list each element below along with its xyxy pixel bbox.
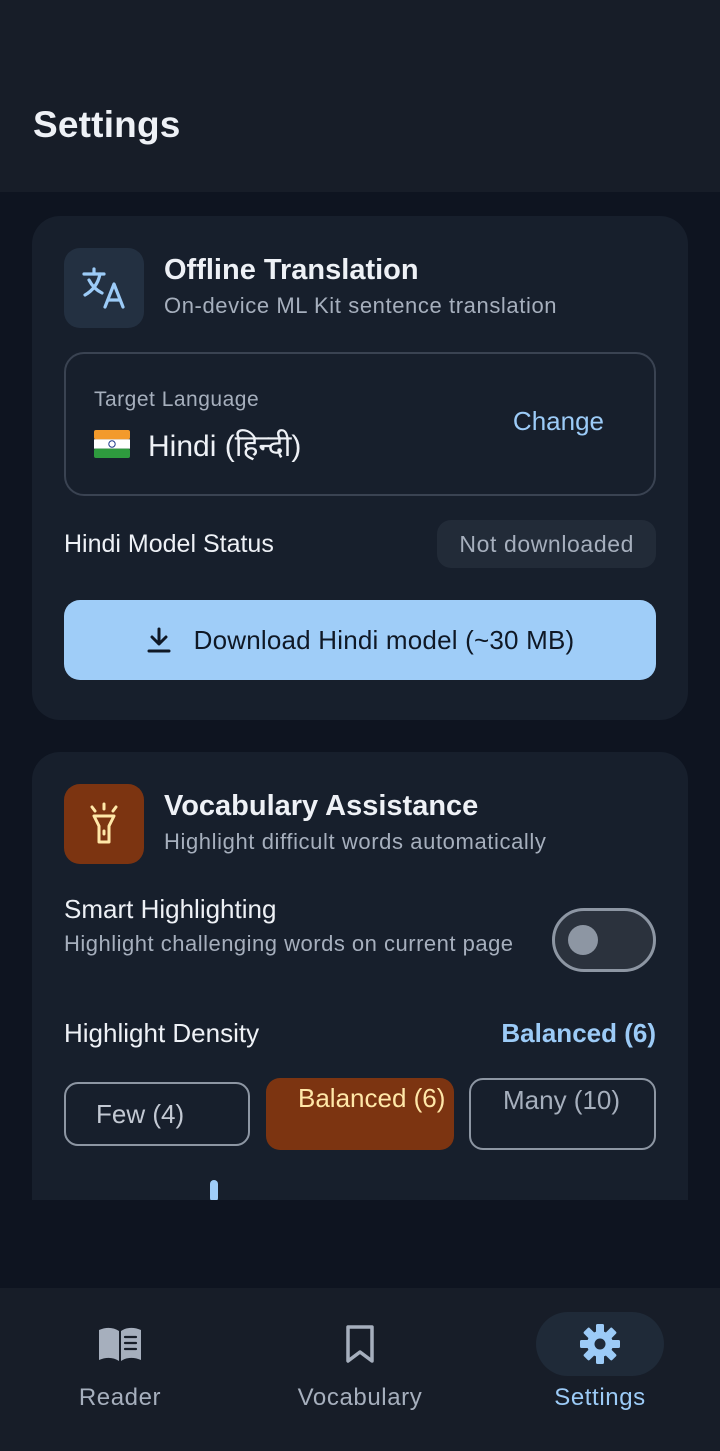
smart-highlighting-description: Highlight challenging words on current p… — [64, 931, 514, 956]
nav-label-reader: Reader — [78, 1384, 162, 1411]
bookmark-icon — [296, 1312, 424, 1376]
highlight-density-label: Highlight Density — [64, 1018, 260, 1048]
settings-content[interactable]: Offline Translation On-device ML Kit sen… — [0, 192, 720, 1200]
download-model-button[interactable]: Download Hindi model (~30 MB) — [64, 600, 656, 680]
translate-icon — [64, 248, 144, 328]
nav-item-reader[interactable]: Reader — [0, 1288, 240, 1451]
gear-icon — [536, 1312, 664, 1376]
model-status-badge: Not downloaded — [437, 520, 656, 568]
top-app-bar: Settings — [0, 0, 720, 192]
book-open-icon — [56, 1312, 184, 1376]
vocabulary-assistance-card: Vocabulary Assistance Highlight difficul… — [32, 752, 688, 1200]
flashlight-icon — [64, 784, 144, 864]
offline-translation-title: Offline Translation — [164, 254, 419, 286]
density-option-many[interactable]: Many (10) — [469, 1078, 656, 1150]
india-flag-icon — [94, 430, 130, 458]
density-option-balanced[interactable]: Balanced (6) — [266, 1078, 454, 1150]
smart-highlighting-title: Smart Highlighting — [64, 894, 277, 924]
bottom-navigation: Reader Vocabulary Settings — [0, 1288, 720, 1451]
offline-translation-card: Offline Translation On-device ML Kit sen… — [32, 216, 688, 720]
vocabulary-assistance-subtitle: Highlight difficult words automatically — [164, 829, 547, 854]
page-title: Settings — [33, 104, 181, 145]
offline-translation-subtitle: On-device ML Kit sentence translation — [164, 293, 558, 318]
highlight-density-value: Balanced (6) — [501, 1018, 656, 1048]
model-status-value: Not downloaded — [459, 530, 634, 557]
toggle-knob — [568, 925, 598, 955]
download-icon — [147, 627, 171, 653]
change-language-button[interactable]: Change — [513, 406, 604, 437]
nav-item-settings[interactable]: Settings — [480, 1288, 720, 1451]
target-language-label: Target Language — [94, 388, 260, 411]
nav-label-vocabulary: Vocabulary — [297, 1384, 423, 1411]
target-language-value: Hindi (हिन्दी) — [148, 430, 302, 463]
density-option-few[interactable]: Few (4) — [64, 1082, 250, 1146]
nav-item-vocabulary[interactable]: Vocabulary — [240, 1288, 480, 1451]
slider-indicator[interactable] — [210, 1180, 218, 1200]
nav-label-settings: Settings — [554, 1384, 646, 1411]
vocabulary-assistance-title: Vocabulary Assistance — [164, 790, 479, 822]
model-status-label: Hindi Model Status — [64, 530, 274, 558]
smart-highlighting-toggle[interactable] — [552, 908, 656, 972]
download-model-label: Download Hindi model (~30 MB) — [193, 624, 575, 655]
target-language-box: Target Language Hindi (हिन्दी) Change — [64, 352, 656, 496]
